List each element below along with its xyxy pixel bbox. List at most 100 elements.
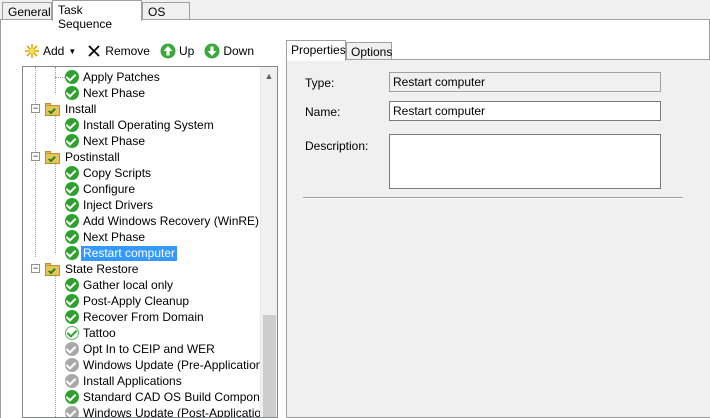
tree-item-label: Next Phase bbox=[83, 85, 146, 100]
add-button[interactable]: Add ▼ bbox=[22, 41, 78, 61]
check-icon bbox=[65, 390, 79, 404]
tree-item-post-apply-cleanup[interactable]: Post-Apply Cleanup bbox=[45, 293, 191, 309]
task-sequence-tree[interactable]: Apply Patches Next Phase − Install Insta… bbox=[22, 66, 278, 418]
tree-item-install-operating-system[interactable]: Install Operating System bbox=[45, 117, 216, 133]
folder-check-icon bbox=[45, 150, 61, 164]
arrow-up-icon bbox=[160, 43, 176, 59]
description-label: Description: bbox=[305, 139, 369, 153]
sequence-toolbar: Add ▼ Remove Up Down bbox=[22, 40, 262, 62]
top-tab-bar: General Task Sequence OS Info bbox=[0, 0, 710, 33]
remove-button[interactable]: Remove bbox=[84, 41, 152, 61]
check-icon bbox=[65, 310, 79, 324]
tab-task-sequence[interactable]: Task Sequence bbox=[52, 0, 142, 31]
check-disabled-icon bbox=[65, 406, 79, 417]
check-icon bbox=[65, 246, 79, 260]
check-icon bbox=[65, 86, 79, 100]
tree-item-label: Install Operating System bbox=[83, 117, 214, 132]
add-star-icon bbox=[24, 43, 40, 59]
tree-item-label-selected: Restart computer bbox=[81, 245, 178, 261]
tree-item-windows-update-post[interactable]: Windows Update (Post-Application Ins bbox=[45, 405, 277, 417]
tree-item-label: Gather local only bbox=[83, 277, 174, 292]
tree-group-state-restore[interactable]: State Restore bbox=[45, 261, 140, 277]
check-icon bbox=[65, 118, 79, 132]
tree-item-add-windows-recovery[interactable]: Add Windows Recovery (WinRE) bbox=[45, 213, 261, 229]
properties-panel: Type: Restart computer Name: Restart com… bbox=[286, 59, 710, 418]
tree-item-apply-patches[interactable]: Apply Patches bbox=[45, 69, 162, 85]
check-icon bbox=[65, 198, 79, 212]
remove-button-label: Remove bbox=[105, 44, 150, 58]
tree-item-copy-scripts[interactable]: Copy Scripts bbox=[45, 165, 153, 181]
type-label: Type: bbox=[305, 76, 335, 90]
tab-properties-label: Properties bbox=[291, 43, 346, 57]
tab-options-label: Options bbox=[351, 45, 393, 59]
tree-item-restart-computer[interactable]: Restart computer bbox=[45, 245, 178, 261]
tree-item-label: Apply Patches bbox=[83, 69, 160, 84]
add-dropdown-caret-icon: ▼ bbox=[68, 46, 77, 56]
tree-item-label: Standard CAD OS Build Components bbox=[83, 389, 278, 404]
check-icon bbox=[65, 278, 79, 292]
check-icon bbox=[65, 182, 79, 196]
tree-item-label: Configure bbox=[83, 181, 136, 196]
check-icon bbox=[65, 230, 79, 244]
check-light-icon bbox=[65, 326, 79, 340]
tree-item-install-applications[interactable]: Install Applications bbox=[45, 373, 184, 389]
check-disabled-icon bbox=[65, 342, 79, 356]
folder-check-icon bbox=[45, 102, 61, 116]
arrow-down-icon bbox=[204, 43, 220, 59]
collapse-postinstall-icon[interactable]: − bbox=[31, 152, 40, 161]
tree-item-label: Next Phase bbox=[83, 133, 146, 148]
tree-item-inject-drivers[interactable]: Inject Drivers bbox=[45, 197, 155, 213]
up-button[interactable]: Up bbox=[158, 41, 196, 61]
tree-item-tattoo[interactable]: Tattoo bbox=[45, 325, 118, 341]
tree-connector bbox=[35, 67, 36, 257]
tree-item-label: Install Applications bbox=[83, 373, 182, 388]
scroll-up-arrow-icon[interactable]: ▲ bbox=[261, 67, 277, 84]
tree-connector bbox=[55, 77, 65, 78]
tree-group-install[interactable]: Install bbox=[45, 101, 98, 117]
add-button-label: Add bbox=[43, 44, 65, 58]
collapse-install-icon[interactable]: − bbox=[31, 104, 40, 113]
tree-item-label: State Restore bbox=[65, 261, 139, 276]
down-button[interactable]: Down bbox=[202, 41, 256, 61]
tree-item-label: Install bbox=[65, 101, 97, 116]
tab-os-info[interactable]: OS Info bbox=[142, 2, 190, 33]
tab-general-label: General bbox=[8, 5, 51, 19]
tree-item-next-phase[interactable]: Next Phase bbox=[45, 229, 147, 245]
tree-scrollbar[interactable]: ▲ bbox=[260, 67, 277, 417]
tree-item-gather-local-only[interactable]: Gather local only bbox=[45, 277, 175, 293]
down-button-label: Down bbox=[223, 44, 254, 58]
check-disabled-icon bbox=[65, 358, 79, 372]
collapse-state-restore-icon[interactable]: − bbox=[31, 264, 40, 273]
tree-item-windows-update-pre[interactable]: Windows Update (Pre-Application Inst bbox=[45, 357, 278, 373]
tree-item-label: Opt In to CEIP and WER bbox=[83, 341, 215, 356]
tree-item-standard-cad-os-build[interactable]: Standard CAD OS Build Components bbox=[45, 389, 278, 405]
tab-properties[interactable]: Properties bbox=[286, 40, 346, 61]
tree-item-next-phase[interactable]: Next Phase bbox=[45, 85, 147, 101]
check-icon bbox=[65, 294, 79, 308]
tree-item-label: Add Windows Recovery (WinRE) bbox=[83, 213, 260, 228]
tree-group-postinstall[interactable]: Postinstall bbox=[45, 149, 122, 165]
tree-item-next-phase[interactable]: Next Phase bbox=[45, 133, 147, 149]
tab-task-sequence-label: Task Sequence bbox=[58, 3, 113, 31]
tree-item-label: Postinstall bbox=[65, 149, 120, 164]
tree-item-opt-in-ceip[interactable]: Opt In to CEIP and WER bbox=[45, 341, 217, 357]
tree-item-configure[interactable]: Configure bbox=[45, 181, 137, 197]
tree-item-label: Recover From Domain bbox=[83, 309, 204, 324]
tab-options[interactable]: Options bbox=[346, 42, 392, 60]
tree-item-label: Post-Apply Cleanup bbox=[83, 293, 190, 308]
tab-general[interactable]: General bbox=[2, 2, 52, 20]
check-icon bbox=[65, 166, 79, 180]
type-field: Restart computer bbox=[389, 72, 661, 92]
name-label: Name: bbox=[305, 105, 341, 119]
remove-x-icon bbox=[86, 43, 102, 59]
scrollbar-thumb[interactable] bbox=[263, 315, 276, 417]
description-textarea[interactable] bbox=[389, 134, 661, 189]
name-input[interactable]: Restart computer bbox=[389, 101, 661, 121]
tree-item-recover-from-domain[interactable]: Recover From Domain bbox=[45, 309, 206, 325]
tree-item-label: Next Phase bbox=[83, 229, 146, 244]
check-disabled-icon bbox=[65, 374, 79, 388]
tree-item-label: Tattoo bbox=[83, 325, 116, 340]
tree-item-label: Windows Update (Pre-Application Inst bbox=[83, 357, 278, 372]
check-icon bbox=[65, 214, 79, 228]
up-button-label: Up bbox=[178, 44, 195, 58]
